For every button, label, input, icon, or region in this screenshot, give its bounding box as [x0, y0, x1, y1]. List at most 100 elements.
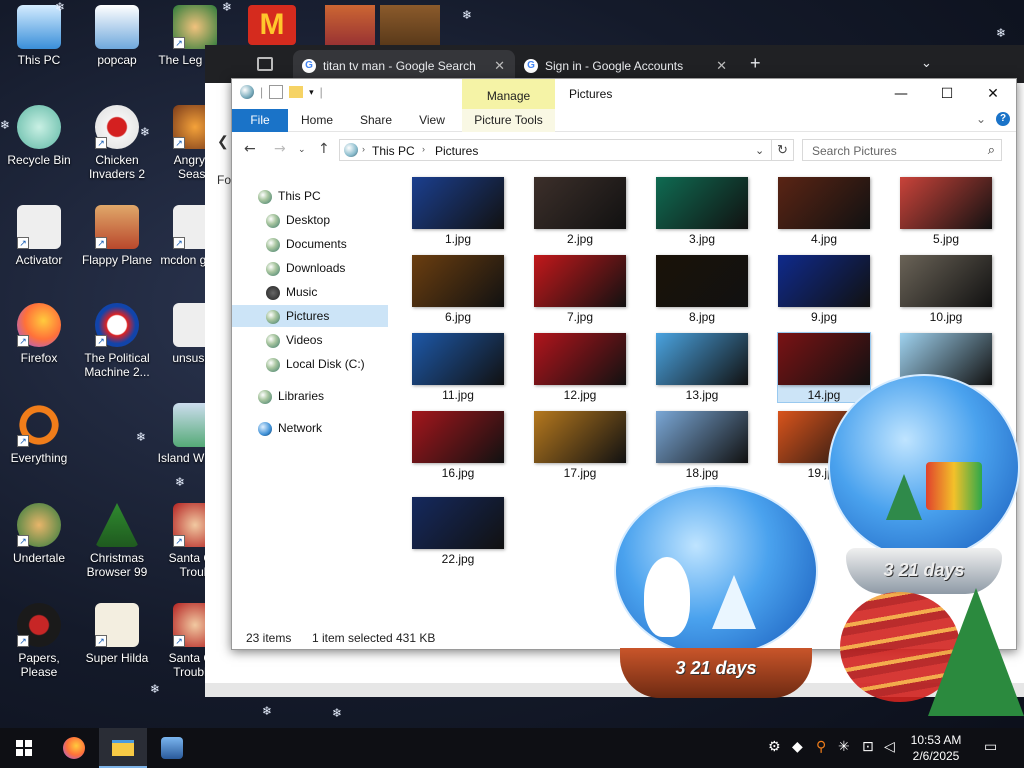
- address-bar[interactable]: › This PC › Pictures ⌄: [339, 139, 772, 161]
- maximize-button[interactable]: ☐: [924, 79, 970, 109]
- back-arrow-icon[interactable]: ←: [244, 141, 256, 157]
- manage-tab[interactable]: Manage: [462, 79, 555, 109]
- taskbar-file-explorer[interactable]: [99, 728, 147, 768]
- snowflake-icon: ❄: [150, 682, 161, 696]
- new-folder-icon[interactable]: [289, 86, 304, 98]
- file-item[interactable]: 8.jpg: [656, 255, 748, 324]
- network-icon[interactable]: ⊡: [862, 739, 874, 755]
- tab-view[interactable]: View: [408, 109, 456, 132]
- desktop-icon-chicken-invaders[interactable]: ↗ Chicken Invaders 2: [78, 105, 156, 181]
- papers-please-icon: ↗: [17, 603, 61, 647]
- file-name: 2.jpg: [566, 232, 594, 246]
- google-icon: G: [302, 59, 316, 73]
- desktop-icon-everything[interactable]: ↗ Everything: [0, 403, 78, 465]
- file-item[interactable]: 18.jpg: [656, 411, 748, 480]
- file-item[interactable]: 1.jpg: [412, 177, 504, 246]
- desktop-icon: [266, 213, 280, 228]
- file-item[interactable]: 17.jpg: [534, 411, 626, 480]
- image-thumbnail: [778, 255, 870, 307]
- tab-file[interactable]: File: [232, 109, 288, 132]
- file-item[interactable]: 16.jpg: [412, 411, 504, 480]
- nav-downloads[interactable]: Downloads: [266, 257, 388, 279]
- game-icon[interactable]: [325, 5, 375, 45]
- tray-app-icon[interactable]: ⚙: [768, 739, 781, 755]
- chevron-down-icon[interactable]: ⌄: [755, 144, 764, 157]
- desktop-icon-christmas-browser[interactable]: Christmas Browser 99: [78, 503, 156, 579]
- clock[interactable]: 10:53 AM 2/6/2025: [904, 732, 968, 764]
- file-item[interactable]: 7.jpg: [534, 255, 626, 324]
- nav-network[interactable]: Network: [258, 417, 388, 439]
- taskbar-firefox[interactable]: [50, 728, 98, 768]
- image-thumbnail: [412, 411, 504, 463]
- file-name: 9.jpg: [810, 310, 838, 324]
- desktop-icon-firefox[interactable]: ↗ Firefox: [0, 303, 78, 365]
- up-arrow-icon[interactable]: ↑: [318, 141, 330, 157]
- close-icon[interactable]: ✕: [494, 58, 505, 74]
- desktop-icon-popcap[interactable]: popcap: [78, 5, 156, 67]
- selection-count: 1 item selected: [312, 631, 393, 645]
- nav-music[interactable]: Music: [266, 281, 388, 303]
- desktop-icon-political-machine[interactable]: ↗ The Political Machine 2...: [78, 303, 156, 379]
- nav-pictures[interactable]: Pictures: [232, 305, 388, 327]
- image-thumbnail: [900, 255, 992, 307]
- christmas-tree-icon: [95, 503, 139, 547]
- search-input[interactable]: Search Pictures ⌕: [802, 139, 1002, 161]
- desktop-icon-activator[interactable]: ↗ Activator: [0, 205, 78, 267]
- desktop-icon-undertale[interactable]: ↗ Undertale: [0, 503, 78, 565]
- file-item[interactable]: 5.jpg: [900, 177, 992, 246]
- dropbox-icon[interactable]: ◆: [792, 739, 803, 755]
- chevron-down-icon[interactable]: ⌄: [921, 55, 932, 71]
- taskbar-app[interactable]: [148, 728, 196, 768]
- file-item[interactable]: 6.jpg: [412, 255, 504, 324]
- minimize-button[interactable]: —: [878, 79, 924, 109]
- refresh-button[interactable]: ↻: [772, 139, 794, 161]
- file-item[interactable]: 22.jpg: [412, 497, 504, 566]
- snowflake-icon[interactable]: ✳: [838, 739, 850, 755]
- forward-arrow-icon[interactable]: →: [274, 141, 286, 157]
- file-item[interactable]: 12.jpg: [534, 333, 626, 402]
- nav-local-disk[interactable]: Local Disk (C:): [266, 353, 388, 375]
- tab-search-icon[interactable]: [257, 57, 273, 71]
- file-item[interactable]: 11.jpg: [412, 333, 504, 402]
- breadcrumb-pictures[interactable]: Pictures: [435, 144, 478, 158]
- file-item[interactable]: 9.jpg: [778, 255, 870, 324]
- nav-documents[interactable]: Documents: [266, 233, 388, 255]
- search-icon[interactable]: ⚲: [816, 739, 826, 755]
- mcdonalds-icon[interactable]: M: [248, 5, 296, 45]
- desktop-icon-papers-please[interactable]: ↗ Papers, Please: [0, 603, 78, 679]
- start-button[interactable]: [0, 728, 48, 768]
- file-item[interactable]: 13.jpg: [656, 333, 748, 402]
- help-icon[interactable]: ?: [996, 112, 1010, 126]
- nav-libraries[interactable]: Libraries: [258, 385, 388, 407]
- volume-icon[interactable]: ◁: [884, 739, 895, 755]
- file-item[interactable]: 10.jpg: [900, 255, 992, 324]
- file-name: 18.jpg: [685, 466, 719, 480]
- recent-locations-icon[interactable]: ⌄: [298, 145, 306, 155]
- nav-videos[interactable]: Videos: [266, 329, 388, 351]
- nav-this-pc[interactable]: This PC: [258, 185, 388, 207]
- back-arrow-icon[interactable]: ❮: [217, 133, 229, 150]
- desktop-icon-super-hilda[interactable]: ↗ Super Hilda: [78, 603, 156, 665]
- desktop-icon-flappy-plane[interactable]: ↗ Flappy Plane: [78, 205, 156, 267]
- properties-icon[interactable]: [269, 85, 284, 99]
- desktop-icon-recycle-bin[interactable]: Recycle Bin: [0, 105, 78, 167]
- snowflake-icon: ❄: [175, 475, 186, 489]
- file-item[interactable]: 3.jpg: [656, 177, 748, 246]
- tab-home[interactable]: Home: [292, 109, 342, 132]
- chevron-down-icon[interactable]: ⌄: [976, 112, 986, 126]
- breadcrumb-this-pc[interactable]: This PC: [372, 144, 415, 158]
- title-bar[interactable]: | ▾ | Manage Pictures — ☐ ✕: [232, 79, 1016, 109]
- file-item[interactable]: 4.jpg: [778, 177, 870, 246]
- customize-qat-icon[interactable]: ▾: [309, 87, 314, 98]
- tab-picture-tools[interactable]: Picture Tools: [462, 109, 555, 132]
- close-button[interactable]: ✕: [970, 79, 1016, 109]
- desktop-icon-this-pc[interactable]: This PC: [0, 5, 78, 67]
- close-icon[interactable]: ✕: [716, 58, 727, 74]
- file-item[interactable]: 14.jpg: [777, 332, 871, 403]
- file-name: 10.jpg: [929, 310, 963, 324]
- nav-desktop[interactable]: Desktop: [266, 209, 388, 231]
- tab-share[interactable]: Share: [352, 109, 400, 132]
- notifications-icon[interactable]: ▭: [984, 739, 997, 755]
- new-tab-button[interactable]: +: [750, 53, 761, 74]
- file-item[interactable]: 2.jpg: [534, 177, 626, 246]
